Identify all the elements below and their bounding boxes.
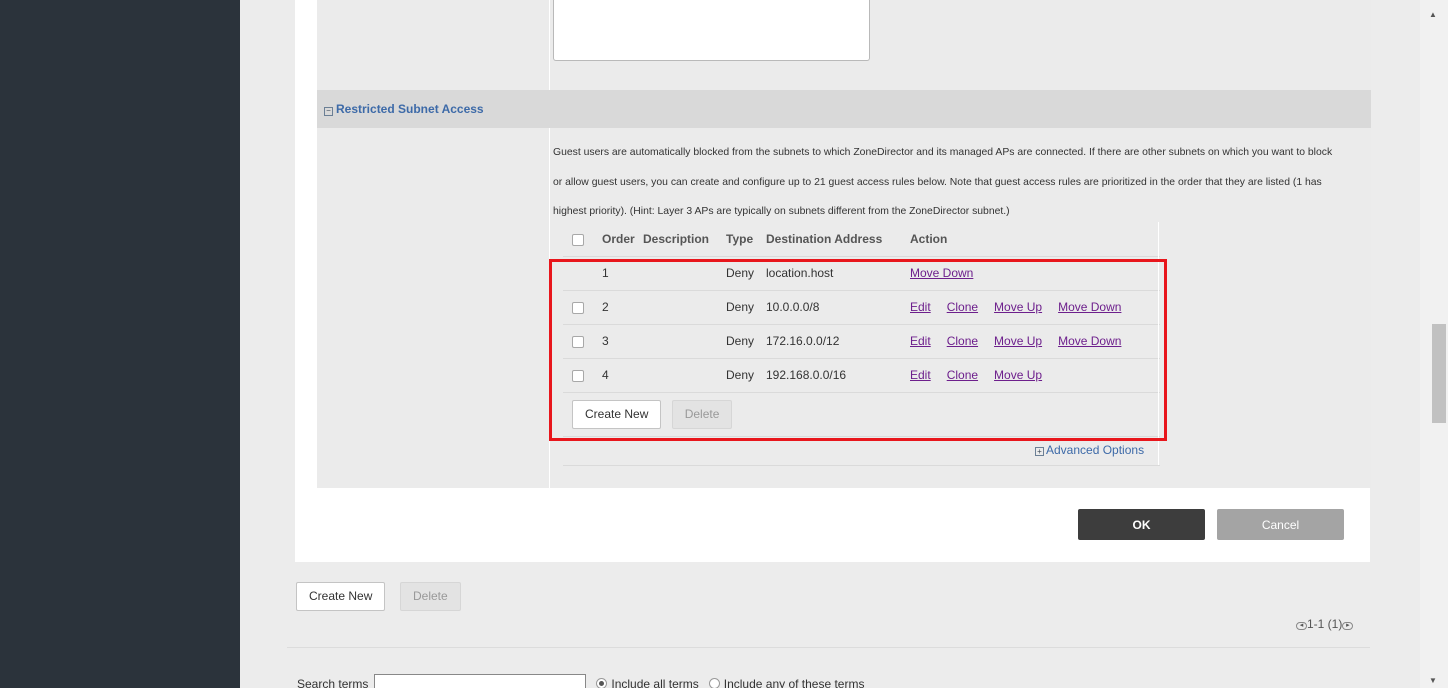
rule-order: 4 [594, 358, 643, 393]
move-down-link[interactable]: Move Down [1058, 334, 1121, 348]
rule-type: Deny [726, 256, 766, 291]
text-area-field[interactable] [553, 0, 870, 61]
section-toggle[interactable]: − Restricted Subnet Access [324, 102, 484, 116]
restricted-subnet-access-header: − Restricted Subnet Access [317, 90, 1371, 128]
rule-description [643, 324, 726, 359]
move-down-link[interactable]: Move Down [910, 266, 973, 280]
rule-type: Deny [726, 324, 766, 359]
clone-link[interactable]: Clone [947, 334, 978, 348]
scrollbar-thumb[interactable] [1432, 324, 1446, 423]
include-any-label: Include any of these terms [723, 677, 865, 688]
rule-order: 3 [594, 324, 643, 359]
include-any-radio[interactable] [708, 678, 720, 688]
move-up-link[interactable]: Move Up [994, 300, 1042, 314]
move-up-link[interactable]: Move Up [994, 334, 1042, 348]
rule-order: 2 [594, 290, 643, 325]
pagination-text: 1-1 (1) [1307, 617, 1343, 631]
rule-destination: 172.16.0.0/12 [766, 324, 906, 359]
expand-icon: + [1035, 447, 1044, 456]
column-divider [549, 0, 550, 488]
prev-page-icon[interactable]: ◂ [1296, 622, 1307, 630]
table-row: 1 Deny location.host Move Down [563, 256, 1160, 291]
header-order: Order [594, 222, 643, 257]
vertical-scrollbar[interactable]: ▲ ▼ [1420, 0, 1448, 688]
advanced-options-toggle[interactable]: + Advanced Options [1035, 443, 1144, 457]
header-description: Description [643, 222, 726, 257]
include-all-label: Include all terms [611, 677, 699, 688]
clone-link[interactable]: Clone [947, 300, 978, 314]
select-all-checkbox[interactable] [572, 233, 584, 246]
delete-button[interactable]: Delete [400, 582, 461, 611]
advanced-options-label: Advanced Options [1046, 443, 1145, 457]
rule-destination: location.host [766, 256, 906, 291]
table-header-row: Order Description Type Destination Addre… [563, 222, 1160, 257]
next-page-icon[interactable]: ▸ [1342, 622, 1354, 630]
rule-description [643, 290, 726, 325]
rule-order: 1 [594, 256, 643, 291]
search-label: Search terms [297, 677, 369, 688]
divider [563, 465, 1160, 466]
create-new-rule-button[interactable]: Create New [572, 399, 662, 429]
header-action: Action [906, 222, 1160, 257]
rule-description [643, 358, 726, 393]
edit-link[interactable]: Edit [910, 334, 931, 348]
access-rules-table: Order Description Type Destination Addre… [563, 222, 1160, 437]
header-type: Type [726, 222, 766, 257]
create-new-button[interactable]: Create New [296, 582, 386, 611]
rule-type: Deny [726, 290, 766, 325]
section-description: Guest users are automatically blocked fr… [553, 147, 1333, 217]
move-down-link[interactable]: Move Down [1058, 300, 1121, 314]
cancel-button[interactable]: Cancel [1217, 509, 1344, 540]
edit-link[interactable]: Edit [910, 300, 931, 314]
section-title: Restricted Subnet Access [336, 102, 484, 116]
table-right-border [1158, 222, 1159, 466]
search-row: Search terms Include all terms Include any… [297, 674, 864, 688]
edit-link[interactable]: Edit [910, 368, 931, 382]
table-button-row: Create New Delete [563, 392, 1160, 437]
ok-button[interactable]: OK [1078, 509, 1205, 540]
pagination: ◂ 1-1 (1) ▸ [1296, 617, 1354, 631]
row-checkbox[interactable] [572, 301, 584, 314]
scroll-down-icon[interactable]: ▼ [1429, 676, 1437, 685]
move-up-link[interactable]: Move Up [994, 368, 1042, 382]
collapse-icon: − [324, 107, 333, 116]
row-checkbox[interactable] [572, 335, 584, 348]
table-row: 3 Deny 172.16.0.0/12 Edit Clone Move Up Mov… [563, 324, 1160, 359]
table-row: 2 Deny 10.0.0.0/8 Edit Clone Move Up Move D… [563, 290, 1160, 325]
sidebar [0, 0, 240, 688]
rule-destination: 10.0.0.0/8 [766, 290, 906, 325]
rule-type: Deny [726, 358, 766, 393]
clone-link[interactable]: Clone [947, 368, 978, 382]
rule-description [643, 256, 726, 291]
include-all-radio[interactable] [596, 678, 608, 688]
header-destination: Destination Address [766, 222, 906, 257]
scroll-up-icon[interactable]: ▲ [1429, 10, 1437, 19]
search-input[interactable] [374, 674, 587, 688]
main-content: − Restricted Subnet Access Guest users ar… [240, 0, 1420, 688]
table-row: 4 Deny 192.168.0.0/16 Edit Clone Move Up [563, 358, 1160, 393]
row-checkbox[interactable] [572, 369, 584, 382]
delete-rule-button[interactable]: Delete [671, 399, 733, 429]
divider [287, 647, 1370, 648]
rule-destination: 192.168.0.0/16 [766, 358, 906, 393]
